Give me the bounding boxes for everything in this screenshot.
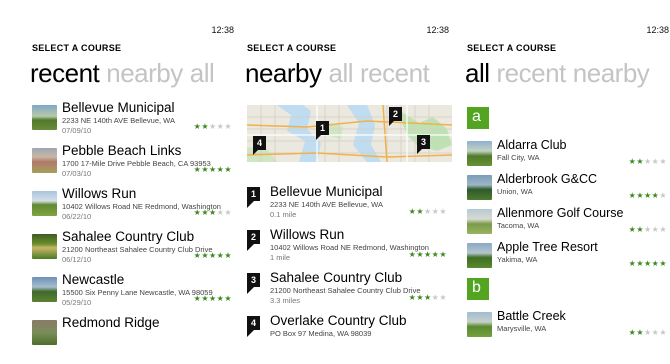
map-pin-4[interactable]: 4: [253, 136, 266, 155]
list-item[interactable]: Pebble Beach Links 1700 17-Mile Drive Pe…: [32, 143, 238, 186]
pivot-recent[interactable]: recent: [497, 58, 567, 88]
pivot-nearby[interactable]: nearby: [245, 58, 322, 88]
status-clock: 12:38: [646, 25, 669, 35]
rating-stars: ★★★★★: [628, 259, 667, 268]
group-header-a[interactable]: a: [467, 107, 489, 129]
course-name: Aldarra Club: [497, 138, 567, 152]
course-thumbnail: [32, 234, 57, 259]
list-item[interactable]: Apple Tree Resort Yakima, WA ★★★★★: [467, 240, 670, 274]
list-item[interactable]: Bellevue Municipal 2233 NE 140th AVE Bel…: [32, 100, 238, 143]
rating-stars: ★★★★★: [193, 165, 232, 174]
result-number-badge: 2: [247, 230, 260, 251]
pivot-header: nearby all recent: [245, 58, 436, 89]
group-header-b[interactable]: b: [467, 278, 489, 300]
status-clock: 12:38: [426, 25, 449, 35]
course-thumbnail: [32, 277, 57, 302]
list-item[interactable]: 1 Bellevue Municipal 2233 NE 140th AVE B…: [247, 184, 453, 227]
pivot-all[interactable]: all: [190, 58, 215, 88]
recent-list: Bellevue Municipal 2233 NE 140th AVE Bel…: [32, 100, 238, 358]
nearby-screen: 12:38 SELECT A COURSE nearby allrecent: [243, 18, 453, 364]
rating-stars: ★★★★★: [193, 294, 232, 303]
course-name: Newcastle: [62, 272, 125, 287]
course-thumbnail: [467, 175, 492, 200]
pivot-header: all recent nearby: [465, 58, 656, 89]
list-item[interactable]: Battle Creek Marysville, WA ★★★★★: [467, 309, 670, 343]
list-item[interactable]: Allenmore Golf Course Tacoma, WA ★★★★★: [467, 206, 670, 240]
course-name: Redmond Ridge: [62, 315, 160, 330]
course-name: Battle Creek: [497, 309, 566, 323]
status-clock: 12:38: [211, 25, 234, 35]
all-screen: 12:38 SELECT A COURSE all recent nearby a …: [463, 18, 670, 364]
app-title: SELECT A COURSE: [467, 43, 557, 53]
app-title: SELECT A COURSE: [247, 43, 337, 53]
course-thumbnail: [32, 320, 57, 345]
course-thumbnail: [467, 312, 492, 337]
rating-stars: ★★★★★: [628, 157, 667, 166]
list-item[interactable]: Aldarra Club Fall City, WA ★★★★★: [467, 138, 670, 172]
map-pin-2[interactable]: 2: [389, 107, 402, 126]
course-name: Overlake Country Club: [270, 313, 407, 328]
course-name: Willows Run: [270, 227, 345, 242]
course-name: Sahalee Country Club: [62, 229, 195, 244]
result-number-badge: 3: [247, 273, 260, 294]
pivot-header: recent nearby all: [30, 58, 221, 89]
course-name: Apple Tree Resort: [497, 240, 598, 254]
pivot-recent[interactable]: recent: [360, 58, 430, 88]
rating-stars: ★★★★★: [193, 251, 232, 260]
course-name: Pebble Beach Links: [62, 143, 182, 158]
course-name: Allenmore Golf Course: [497, 206, 624, 220]
list-item[interactable]: Newcastle 15500 Six Penny Lane Newcastle…: [32, 272, 238, 315]
rating-stars: ★★★★★: [628, 225, 667, 234]
rating-stars: ★★★★★: [193, 208, 232, 217]
pivot-all[interactable]: all: [329, 58, 354, 88]
list-item[interactable]: Sahalee Country Club 21200 Northeast Sah…: [32, 229, 238, 272]
course-map[interactable]: 1 2 3 4: [247, 105, 452, 162]
course-thumbnail: [32, 105, 57, 130]
list-item[interactable]: Alderbrook G&CC Union, WA ★★★★★: [467, 172, 670, 206]
course-name: Alderbrook G&CC: [497, 172, 598, 186]
nearby-list: 1 Bellevue Municipal 2233 NE 140th AVE B…: [247, 184, 453, 356]
map-pin-3[interactable]: 3: [417, 135, 430, 154]
course-thumbnail: [467, 243, 492, 268]
list-item[interactable]: Redmond Ridge: [32, 315, 238, 358]
rating-stars: ★★★★★: [408, 207, 447, 216]
list-item[interactable]: 3 Sahalee Country Club 21200 Northeast S…: [247, 270, 453, 313]
course-address: PO Box 97 Medina, WA 98039: [270, 329, 372, 338]
rating-stars: ★★★★★: [628, 328, 667, 337]
rating-stars: ★★★★★: [408, 293, 447, 302]
recent-screen: 12:38 SELECT A COURSE recent nearby all Be…: [28, 18, 238, 364]
list-item[interactable]: 2 Willows Run 10402 Willows Road NE Redm…: [247, 227, 453, 270]
result-number-badge: 4: [247, 316, 260, 337]
result-number-badge: 1: [247, 187, 260, 208]
map-pin-1[interactable]: 1: [316, 121, 329, 140]
app-title: SELECT A COURSE: [32, 43, 122, 53]
rating-stars: ★★★★★: [408, 250, 447, 259]
rating-stars: ★★★★★: [628, 191, 667, 200]
pivot-all[interactable]: all: [465, 58, 490, 88]
course-name: Bellevue Municipal: [270, 184, 383, 199]
course-thumbnail: [32, 191, 57, 216]
list-item[interactable]: 4 Overlake Country Club PO Box 97 Medina…: [247, 313, 453, 356]
pivot-recent[interactable]: recent: [30, 58, 100, 88]
rating-stars: ★★★★★: [193, 122, 232, 131]
course-thumbnail: [467, 141, 492, 166]
pivot-nearby[interactable]: nearby: [106, 58, 183, 88]
course-thumbnail: [467, 209, 492, 234]
all-list: a Aldarra Club Fall City, WA ★★★★★ Alder…: [467, 104, 670, 343]
list-item[interactable]: Willows Run 10402 Willows Road NE Redmon…: [32, 186, 238, 229]
course-thumbnail: [32, 148, 57, 173]
pivot-nearby[interactable]: nearby: [573, 58, 650, 88]
course-name: Sahalee Country Club: [270, 270, 403, 285]
course-name: Bellevue Municipal: [62, 100, 175, 115]
course-name: Willows Run: [62, 186, 137, 201]
